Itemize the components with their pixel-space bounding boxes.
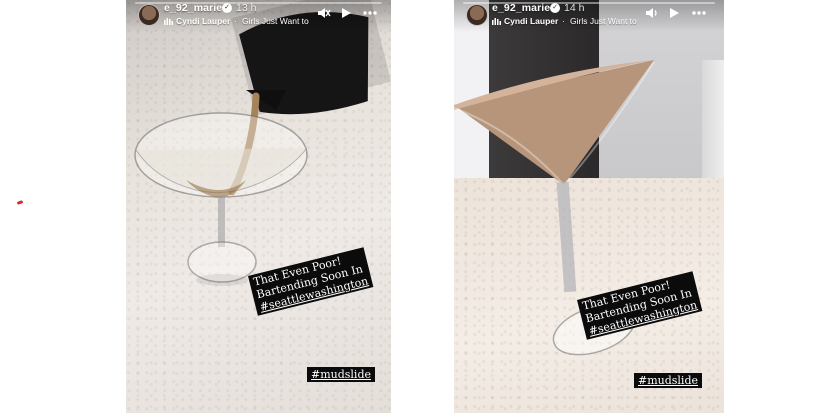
- speaker-muted-icon[interactable]: [317, 6, 331, 20]
- music-song[interactable]: Girls Just Want to: [570, 16, 637, 26]
- avatar[interactable]: [138, 4, 160, 26]
- play-icon[interactable]: [339, 6, 353, 20]
- username[interactable]: e_92_marie: [492, 2, 550, 14]
- more-horizontal-icon[interactable]: [362, 6, 377, 20]
- timestamp: 13 h: [236, 2, 257, 14]
- play-icon[interactable]: [667, 6, 681, 20]
- timestamp: 14 h: [564, 2, 585, 14]
- verified-badge-icon: ✓: [550, 3, 560, 13]
- verified-badge-icon: ✓: [222, 3, 232, 13]
- music-bars-icon: [164, 17, 173, 27]
- music-artist[interactable]: Cyndi Lauper: [504, 16, 558, 26]
- music-separator: ·: [234, 16, 237, 26]
- story-image-martini-pour: [134, 0, 391, 286]
- music-bars-icon: [492, 17, 501, 27]
- hashtag-sticker[interactable]: #mudslide: [307, 367, 376, 382]
- music-separator: ·: [562, 16, 565, 26]
- story-frame-2[interactable]: e_92_marie ✓ 14 h Cyndi Lauper · Girls J…: [454, 0, 724, 413]
- story-image-martini-glass: [454, 60, 655, 356]
- music-song[interactable]: Girls Just Want to: [242, 16, 309, 26]
- avatar[interactable]: [466, 4, 488, 26]
- hashtag-sticker[interactable]: #mudslide: [634, 373, 703, 388]
- more-horizontal-icon[interactable]: [691, 6, 706, 20]
- story-frame-1[interactable]: e_92_marie ✓ 13 h Cyndi Lauper · Girls J…: [126, 0, 391, 413]
- username[interactable]: e_92_marie: [164, 2, 222, 14]
- speaker-on-icon[interactable]: [645, 6, 659, 20]
- music-artist[interactable]: Cyndi Lauper: [176, 16, 230, 26]
- red-stray-mark: [16, 200, 24, 205]
